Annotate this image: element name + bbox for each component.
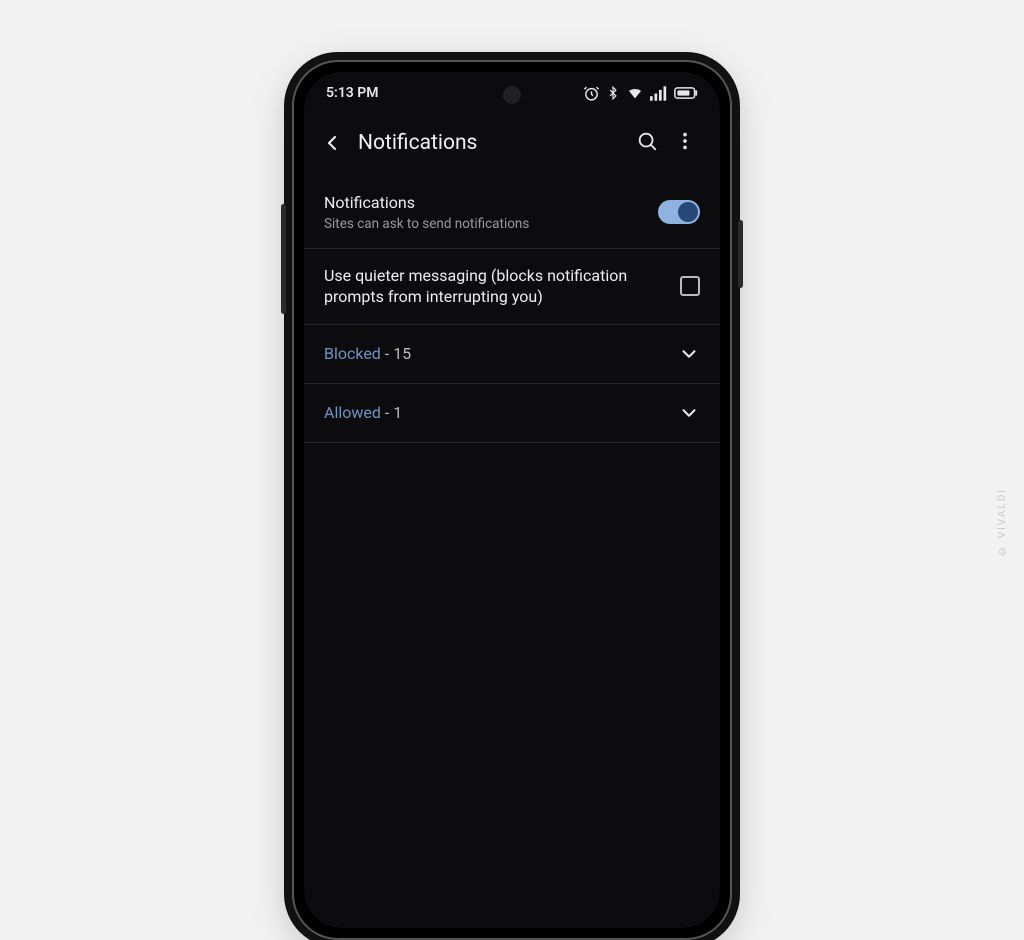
phone-screen: 5:13 PM Notifications xyxy=(304,72,720,928)
blocked-section[interactable]: Blocked - 15 xyxy=(304,325,720,384)
wifi-icon xyxy=(626,85,644,101)
bluetooth-icon xyxy=(606,85,620,101)
overflow-menu-button[interactable] xyxy=(666,124,704,162)
notifications-toggle-row[interactable]: Notifications Sites can ask to send noti… xyxy=(304,176,720,249)
notifications-switch[interactable] xyxy=(658,200,700,224)
chevron-down-icon xyxy=(678,343,700,365)
front-camera-icon xyxy=(503,86,521,104)
allowed-section[interactable]: Allowed - 1 xyxy=(304,384,720,443)
cellular-signal-icon xyxy=(650,86,668,101)
blocked-count: - 15 xyxy=(381,344,411,363)
search-icon xyxy=(636,130,658,152)
app-bar: Notifications xyxy=(304,110,720,176)
clock-text: 5:13 PM xyxy=(326,85,379,101)
chevron-down-icon xyxy=(678,402,700,424)
alarm-icon xyxy=(583,85,600,102)
blocked-label: Blocked xyxy=(324,344,381,363)
power-button xyxy=(738,220,743,288)
search-button[interactable] xyxy=(628,124,666,162)
back-button[interactable] xyxy=(314,125,350,161)
notifications-label: Notifications xyxy=(324,192,642,214)
quieter-messaging-label: Use quieter messaging (blocks notificati… xyxy=(324,265,664,308)
chevron-left-icon xyxy=(320,131,344,155)
quieter-messaging-row[interactable]: Use quieter messaging (blocks notificati… xyxy=(304,249,720,325)
allowed-count: - 1 xyxy=(381,403,402,422)
page-title: Notifications xyxy=(358,131,628,155)
battery-icon xyxy=(674,86,698,100)
phone-frame: 5:13 PM Notifications xyxy=(292,60,732,940)
switch-knob-icon xyxy=(678,202,698,222)
watermark-text: © VIVALDI xyxy=(997,488,1008,556)
quieter-messaging-checkbox[interactable] xyxy=(680,276,700,296)
status-icons xyxy=(583,85,698,102)
more-vertical-icon xyxy=(674,130,696,152)
volume-button xyxy=(281,204,286,314)
allowed-label: Allowed xyxy=(324,403,381,422)
notifications-sublabel: Sites can ask to send notifications xyxy=(324,216,642,232)
